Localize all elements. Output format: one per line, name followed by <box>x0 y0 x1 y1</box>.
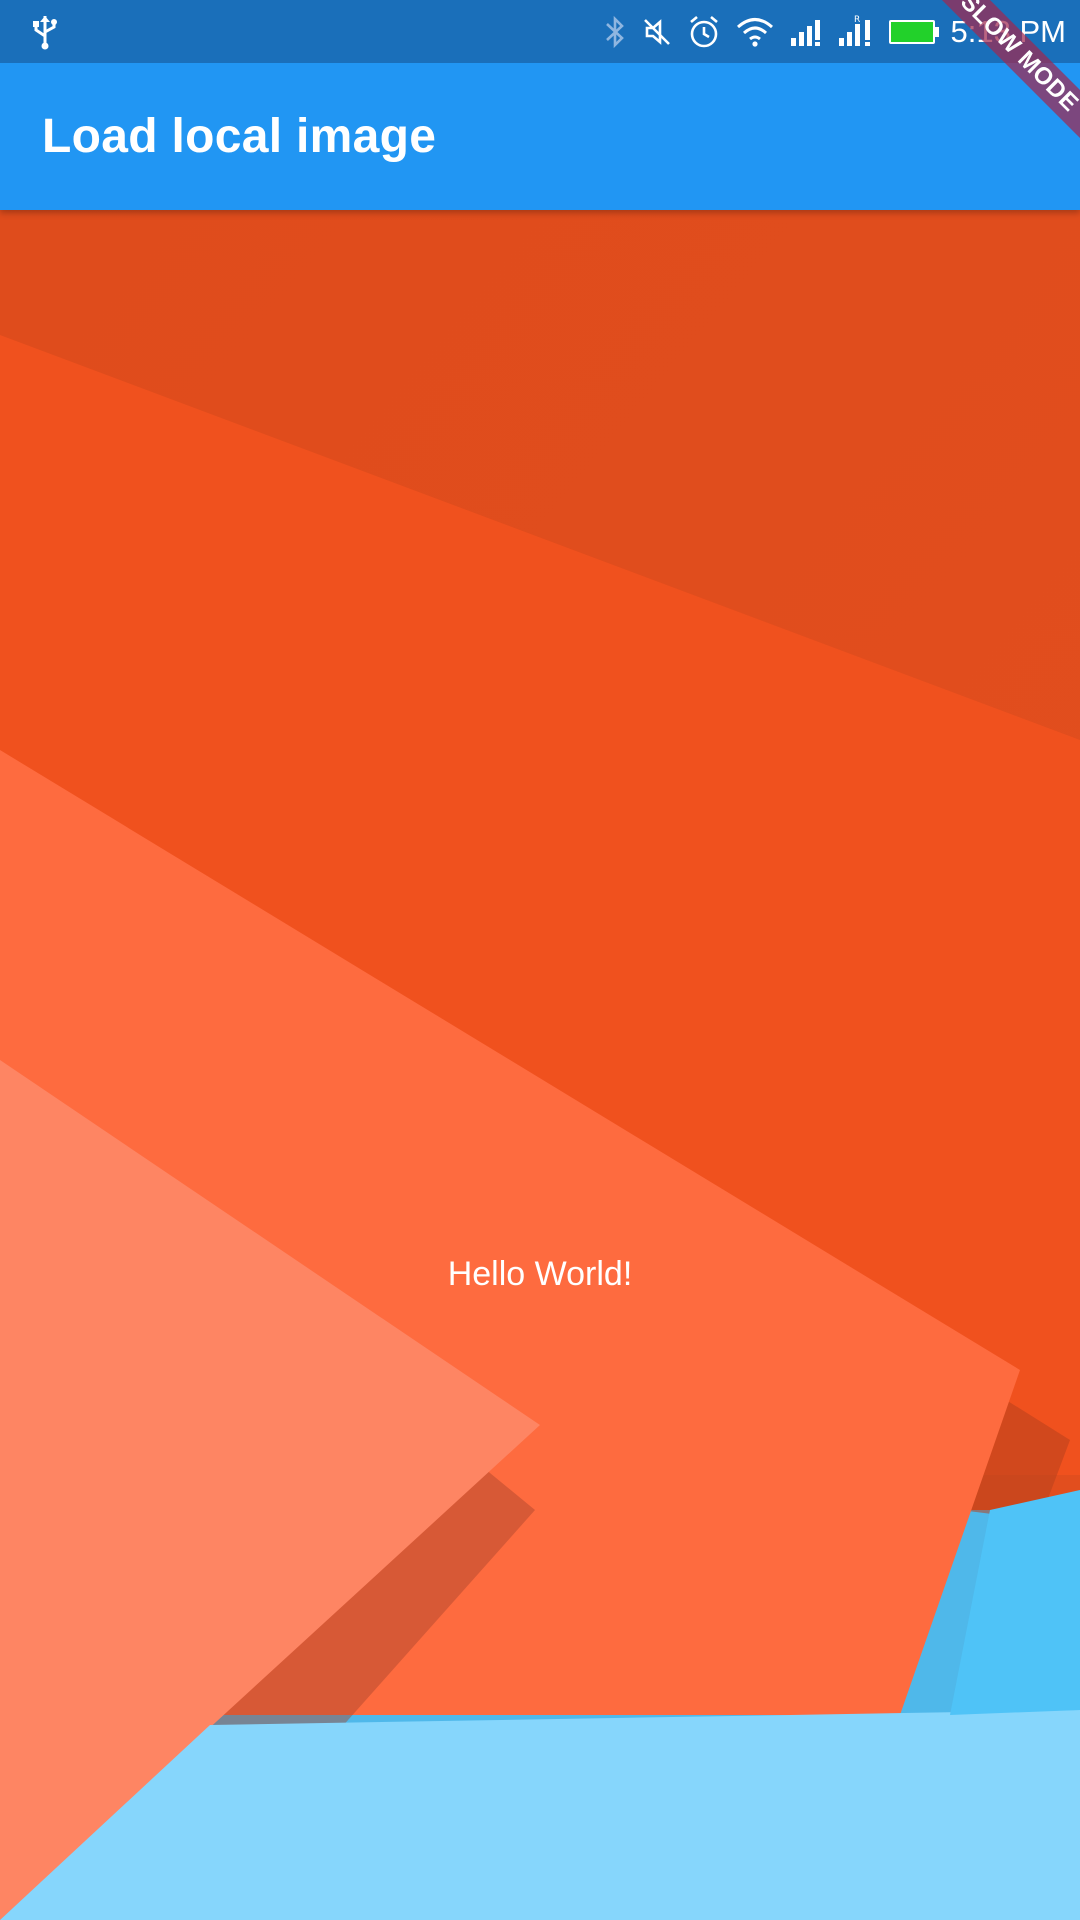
screen: R 5:13 PM Load local image <box>0 0 1080 1920</box>
local-image: Hello World! <box>0 210 1080 1920</box>
status-bar: R 5:13 PM <box>0 0 1080 63</box>
usb-icon <box>33 16 57 50</box>
debug-banner: SLOW MODE <box>920 0 1080 160</box>
wifi-icon <box>736 17 773 47</box>
background-image <box>0 210 1080 1920</box>
app-bar-title: Load local image <box>42 110 437 163</box>
bluetooth-icon <box>605 15 624 48</box>
mute-icon <box>643 18 670 45</box>
svg-text:R: R <box>854 15 860 25</box>
hello-text: Hello World! <box>447 1255 633 1293</box>
signal-icon <box>790 19 820 46</box>
alarm-icon <box>689 15 718 47</box>
debug-banner-label: SLOW MODE <box>925 0 1080 147</box>
app-bar: Load local image <box>0 63 1080 210</box>
signal-roaming-icon: R <box>838 15 870 46</box>
